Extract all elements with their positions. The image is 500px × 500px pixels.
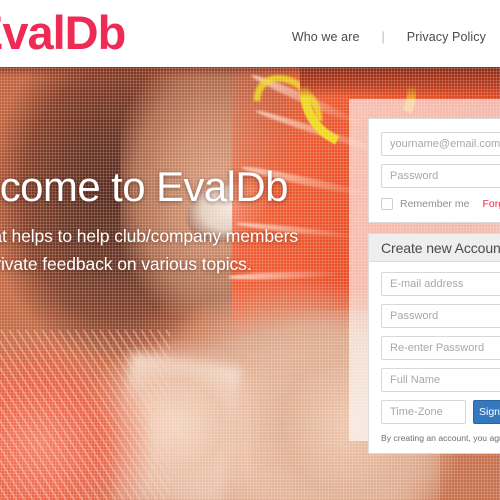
signup-button[interactable]: Sign up [473, 400, 500, 424]
photo-lace-fabric [0, 330, 170, 500]
site-logo[interactable]: EvalDb [0, 9, 126, 56]
register-card-body: Sign up By creating an account, you agre… [369, 262, 500, 453]
hero-text-block: Welcome to EvalDb A tool that helps to h… [0, 163, 350, 278]
register-password-input[interactable] [381, 304, 500, 328]
register-card: Create new Account Sign up By creating a… [368, 233, 500, 455]
register-card-header: Create new Account [369, 234, 500, 262]
timezone-row: Sign up [381, 400, 500, 424]
remember-me-label: Remember me [400, 198, 470, 210]
hero-subtitle-line-1: A tool that helps to help club/company m… [0, 226, 298, 247]
register-reenter-password-input[interactable] [381, 336, 500, 360]
remember-me-checkbox[interactable] [381, 198, 393, 210]
hero-subtitle-line-2: to give private feedback on various topi… [0, 254, 252, 275]
page-root: Welcome to EvalDb A tool that helps to h… [0, 0, 500, 500]
forgot-password-link[interactable]: Forgot password? [482, 198, 500, 210]
login-options-row: Remember me Forgot password? [381, 198, 500, 210]
site-header: EvalDb Who we are | Privacy Policy [0, 0, 500, 67]
terms-text: By creating an account, you agree to our… [381, 433, 500, 443]
register-title: Create new Account [381, 239, 500, 256]
register-timezone-input[interactable] [381, 400, 466, 424]
login-email-input[interactable] [381, 132, 500, 156]
photo-top-shade [0, 67, 500, 77]
main-navigation: Who we are | Privacy Policy [270, 30, 500, 44]
login-card: Remember me Forgot password? [368, 118, 500, 223]
nav-item-who-we-are[interactable]: Who we are [270, 30, 382, 44]
hero-title: Welcome to EvalDb [0, 163, 288, 210]
register-fullname-input[interactable] [381, 368, 500, 392]
register-email-input[interactable] [381, 272, 500, 296]
login-password-input[interactable] [381, 164, 500, 188]
auth-panel: Remember me Forgot password? Create new … [349, 99, 500, 455]
nav-item-privacy-policy[interactable]: Privacy Policy [385, 30, 500, 44]
